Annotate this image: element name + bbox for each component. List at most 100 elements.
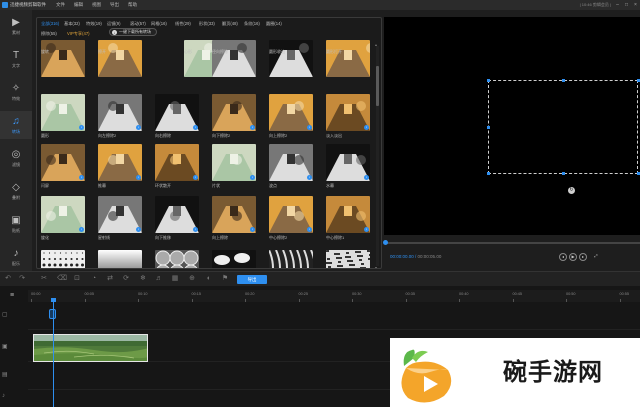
tab-8[interactable]: 翻页(48) bbox=[222, 21, 238, 27]
tab-1[interactable]: 基本(32) bbox=[64, 21, 80, 27]
menu-help[interactable]: 帮助 bbox=[128, 2, 137, 8]
download-badge-icon[interactable]: ↓ bbox=[250, 125, 255, 130]
download-badge-icon[interactable]: ↓ bbox=[79, 175, 84, 180]
scroll-down-icon[interactable]: ▾ bbox=[375, 265, 377, 268]
speed-icon[interactable]: ◔ bbox=[90, 275, 98, 283]
play-icon[interactable]: ▶ bbox=[569, 253, 577, 261]
tab-0[interactable]: 全部(316) bbox=[41, 21, 59, 27]
rail-item-3[interactable]: ♫ 转场 bbox=[0, 111, 32, 139]
tab-2[interactable]: 特效(19) bbox=[86, 21, 102, 27]
video-clip[interactable] bbox=[33, 334, 148, 362]
playback-progress[interactable] bbox=[383, 240, 640, 245]
download-badge-icon[interactable]: ↓ bbox=[136, 175, 141, 180]
rail-item-0[interactable]: ▶ 素材 bbox=[0, 12, 32, 40]
account-status[interactable]: | 10:46 剪辑会员 | bbox=[580, 2, 611, 8]
menu-view[interactable]: 视图 bbox=[92, 2, 101, 8]
menu-icon[interactable]: ≡ bbox=[10, 292, 14, 299]
rail-item-4[interactable]: ◎ 滤镜 bbox=[0, 144, 32, 172]
rail-item-6[interactable]: ▣ 贴纸 bbox=[0, 210, 32, 238]
rail-item-5[interactable]: ◇ 叠附 bbox=[0, 177, 32, 205]
download-badge-icon[interactable]: ↓ bbox=[193, 175, 198, 180]
transition-thumb[interactable] bbox=[269, 250, 313, 268]
transition-thumb[interactable] bbox=[326, 40, 370, 77]
track-header[interactable]: ▣ bbox=[0, 334, 28, 362]
tab-10[interactable]: 圆圈(14) bbox=[266, 21, 282, 27]
transition-thumb[interactable] bbox=[41, 250, 85, 268]
download-badge-icon[interactable]: ↓ bbox=[136, 227, 141, 232]
transition-thumb[interactable] bbox=[41, 40, 85, 77]
library-scrollbar[interactable]: ▴ ▾ bbox=[375, 42, 379, 268]
track-header[interactable]: ▢ bbox=[0, 302, 28, 330]
download-badge-icon[interactable]: ↓ bbox=[364, 175, 369, 180]
download-badge-icon[interactable]: ↓ bbox=[79, 227, 84, 232]
next-frame-icon[interactable]: ▸ bbox=[579, 253, 587, 261]
resize-handle[interactable] bbox=[487, 172, 490, 175]
menu-export[interactable]: 导出 bbox=[110, 2, 119, 8]
track-row[interactable] bbox=[28, 302, 640, 330]
resize-handle[interactable] bbox=[487, 126, 490, 129]
track-header[interactable]: ♪ bbox=[0, 384, 28, 407]
tab-4[interactable]: 滚动(57) bbox=[130, 21, 146, 27]
resize-handle[interactable] bbox=[562, 79, 565, 82]
split-icon[interactable]: ✂ bbox=[40, 275, 48, 283]
mosaic-icon[interactable]: ▦ bbox=[171, 275, 179, 283]
download-badge-icon[interactable]: ↓ bbox=[250, 175, 255, 180]
export-button[interactable]: 导出 bbox=[237, 275, 267, 284]
download-badge-icon[interactable]: ↓ bbox=[193, 125, 198, 130]
scroll-up-icon[interactable]: ▴ bbox=[375, 42, 377, 47]
maximize-icon[interactable]: □ bbox=[624, 2, 629, 8]
transition-thumb[interactable] bbox=[326, 250, 370, 268]
tab-5[interactable]: 网格(16) bbox=[151, 21, 167, 27]
download-badge-icon[interactable]: ↓ bbox=[307, 175, 312, 180]
rail-item-7[interactable]: ♪ 配乐 bbox=[0, 243, 32, 271]
prev-frame-icon[interactable]: ◂ bbox=[559, 253, 567, 261]
selection-box[interactable] bbox=[488, 80, 638, 174]
resize-handle[interactable] bbox=[562, 172, 565, 175]
download-badge-icon[interactable]: ↓ bbox=[193, 227, 198, 232]
reverse-icon[interactable]: ⇄ bbox=[106, 275, 114, 283]
playhead[interactable] bbox=[53, 299, 54, 407]
transition-thumb[interactable] bbox=[212, 40, 256, 77]
download-badge-icon[interactable]: ↓ bbox=[364, 125, 369, 130]
undo-icon[interactable]: ↶ bbox=[4, 275, 12, 283]
download-badge-icon[interactable]: ↓ bbox=[136, 125, 141, 130]
menu-edit[interactable]: 编辑 bbox=[74, 2, 83, 8]
resize-handle[interactable] bbox=[487, 79, 490, 82]
progress-knob[interactable] bbox=[383, 240, 388, 245]
crop-icon[interactable]: ⊡ bbox=[73, 275, 81, 283]
rail-item-2[interactable]: ✧ 特效 bbox=[0, 78, 32, 106]
transition-thumb[interactable] bbox=[98, 250, 142, 268]
color-icon[interactable]: ◐ bbox=[205, 275, 213, 283]
rotate-tool-icon[interactable]: ⟳ bbox=[122, 275, 130, 283]
tab-12[interactable]: VIP专享(47) bbox=[67, 31, 90, 37]
download-badge-icon[interactable]: ↓ bbox=[79, 125, 84, 130]
download-badge-icon[interactable]: ↓ bbox=[307, 227, 312, 232]
scrollbar-thumb[interactable] bbox=[376, 66, 379, 106]
delete-icon[interactable]: ⌫ bbox=[57, 275, 67, 283]
transition-thumb[interactable] bbox=[155, 250, 199, 268]
playhead-handle[interactable] bbox=[51, 298, 56, 302]
minimize-icon[interactable]: – bbox=[615, 2, 620, 8]
rail-item-1[interactable]: T 文字 bbox=[0, 45, 32, 73]
mark-icon[interactable]: ⚑ bbox=[221, 275, 229, 283]
rotate-icon[interactable]: ↻ bbox=[568, 187, 575, 194]
tab-3[interactable]: 运镜(9) bbox=[107, 21, 121, 27]
tab-9[interactable]: 条纹(16) bbox=[244, 21, 260, 27]
menu-file[interactable]: 文件 bbox=[56, 2, 65, 8]
time-ruler[interactable] bbox=[28, 290, 640, 302]
tab-6[interactable]: 线性(29) bbox=[175, 21, 191, 27]
zoom-icon[interactable]: ⊕ bbox=[188, 275, 196, 283]
audio-icon[interactable]: ♬ bbox=[155, 275, 163, 283]
tab-11[interactable]: 擦除(55) bbox=[41, 31, 57, 37]
download-badge-icon[interactable]: ↓ bbox=[307, 125, 312, 130]
download-all-button[interactable]: ↓ 一键下载所有转场 bbox=[109, 28, 157, 36]
close-icon[interactable]: × bbox=[633, 2, 638, 8]
transition-thumb[interactable] bbox=[269, 40, 313, 77]
fullscreen-icon[interactable]: ⤢ bbox=[592, 253, 600, 261]
download-badge-icon[interactable]: ↓ bbox=[250, 227, 255, 232]
transition-thumb[interactable] bbox=[212, 250, 256, 268]
freeze-icon[interactable]: ❄ bbox=[139, 275, 147, 283]
tab-7[interactable]: 形状(33) bbox=[199, 21, 215, 27]
download-badge-icon[interactable]: ↓ bbox=[364, 227, 369, 232]
redo-icon[interactable]: ↷ bbox=[18, 275, 26, 283]
